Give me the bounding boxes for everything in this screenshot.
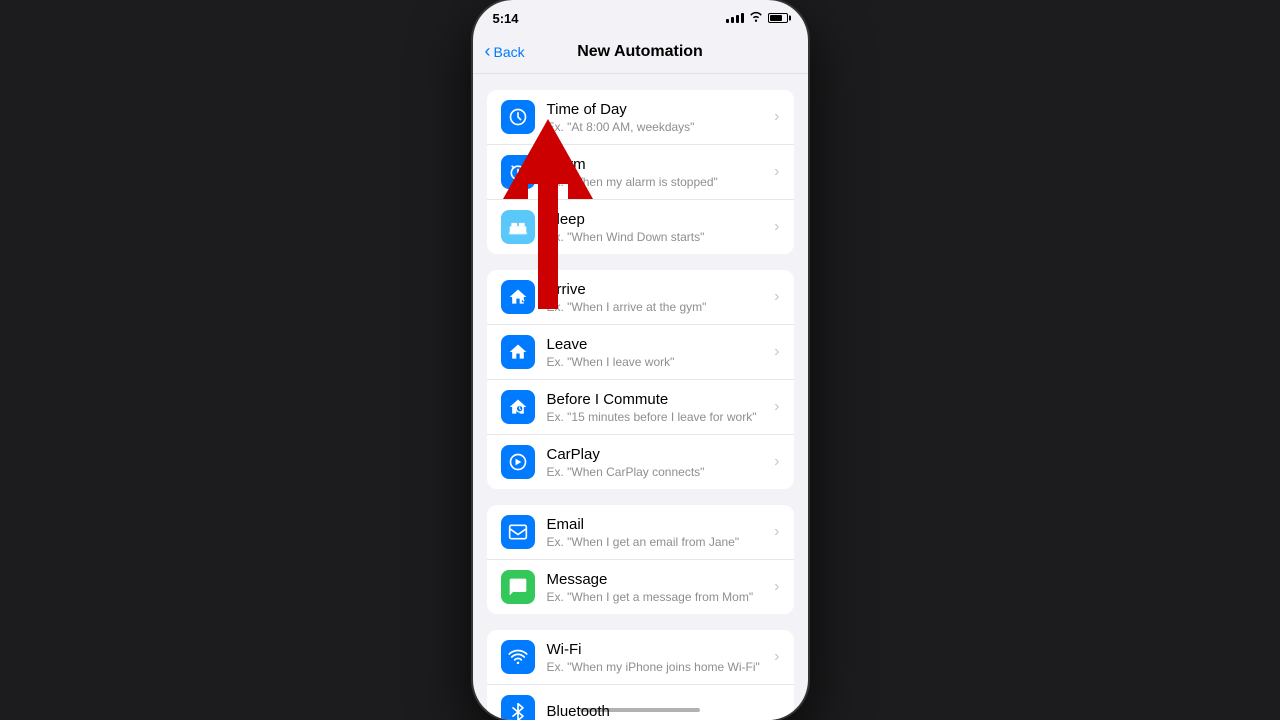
wifi-status-icon [749, 11, 763, 25]
time-section: Time of Day Ex. "At 8:00 AM, weekdays" › [473, 90, 808, 254]
bluetooth-icon-bg [501, 695, 535, 720]
connectivity-card: Wi-Fi Ex. "When my iPhone joins home Wi-… [487, 630, 794, 720]
list-item[interactable]: Before I Commute Ex. "15 minutes before … [487, 380, 794, 435]
alarm-icon [508, 162, 528, 182]
arrive-icon-bg [501, 280, 535, 314]
email-icon [508, 522, 528, 542]
item-subtitle: Ex. "When Wind Down starts" [547, 230, 767, 244]
carplay-icon-bg [501, 445, 535, 479]
bluetooth-icon [508, 702, 528, 720]
scroll-content: Time of Day Ex. "At 8:00 AM, weekdays" › [473, 74, 808, 720]
email-icon-bg [501, 515, 535, 549]
list-item[interactable]: Bluetooth [487, 685, 794, 720]
connectivity-section: Wi-Fi Ex. "When my iPhone joins home Wi-… [473, 630, 808, 720]
clock-icon-bg [501, 100, 535, 134]
commute-icon [508, 397, 528, 417]
status-icons [726, 11, 788, 25]
time-card: Time of Day Ex. "At 8:00 AM, weekdays" › [487, 90, 794, 254]
list-item[interactable]: Sleep Ex. "When Wind Down starts" › [487, 200, 794, 254]
item-subtitle: Ex. "When I leave work" [547, 355, 767, 369]
item-subtitle: Ex. "When I get a message from Mom" [547, 590, 767, 604]
page-title: New Automation [577, 43, 703, 61]
list-item[interactable]: Wi-Fi Ex. "When my iPhone joins home Wi-… [487, 630, 794, 685]
list-item[interactable]: CarPlay Ex. "When CarPlay connects" › [487, 435, 794, 489]
item-title: Sleep [547, 211, 767, 228]
battery-icon [768, 13, 788, 23]
item-subtitle: Ex. "When my iPhone joins home Wi-Fi" [547, 660, 767, 674]
item-title: Arrive [547, 281, 767, 298]
list-item[interactable]: Message Ex. "When I get a message from M… [487, 560, 794, 614]
clock-icon [508, 107, 528, 127]
back-chevron-icon: ‹ [485, 42, 491, 60]
list-item[interactable]: Arrive Ex. "When I arrive at the gym" › [487, 270, 794, 325]
item-title: Email [547, 516, 767, 533]
item-subtitle: Ex. "When CarPlay connects" [547, 465, 767, 479]
chevron-right-icon: › [774, 108, 779, 126]
item-title: Before I Commute [547, 391, 767, 408]
back-button[interactable]: ‹ Back [485, 43, 525, 60]
list-item[interactable]: Time of Day Ex. "At 8:00 AM, weekdays" › [487, 90, 794, 145]
item-title: Time of Day [547, 101, 767, 118]
item-title: Alarm [547, 156, 767, 173]
item-subtitle: Ex. "At 8:00 AM, weekdays" [547, 120, 767, 134]
back-label: Back [494, 44, 525, 60]
communication-card: Email Ex. "When I get an email from Jane… [487, 505, 794, 614]
commute-icon-bg [501, 390, 535, 424]
chevron-right-icon: › [774, 163, 779, 181]
status-time: 5:14 [493, 11, 519, 26]
leave-icon [508, 342, 528, 362]
list-item[interactable]: Alarm Ex. "When my alarm is stopped" › [487, 145, 794, 200]
item-subtitle: Ex. "15 minutes before I leave for work" [547, 410, 767, 424]
status-bar: 5:14 [473, 0, 808, 30]
list-item[interactable]: Email Ex. "When I get an email from Jane… [487, 505, 794, 560]
wifi-icon [508, 647, 528, 667]
sleep-icon-bg [501, 210, 535, 244]
signal-bars [726, 13, 744, 23]
alarm-icon-bg [501, 155, 535, 189]
location-card: Arrive Ex. "When I arrive at the gym" › [487, 270, 794, 489]
chevron-right-icon: › [774, 398, 779, 416]
message-icon-bg [501, 570, 535, 604]
carplay-icon [508, 452, 528, 472]
location-section: Arrive Ex. "When I arrive at the gym" › [473, 270, 808, 489]
chevron-right-icon: › [774, 648, 779, 666]
chevron-right-icon: › [774, 523, 779, 541]
item-title: Message [547, 571, 767, 588]
item-subtitle: Ex. "When I get an email from Jane" [547, 535, 767, 549]
chevron-right-icon: › [774, 453, 779, 471]
content-area: Time of Day Ex. "At 8:00 AM, weekdays" › [473, 74, 808, 720]
arrive-icon [508, 287, 528, 307]
item-subtitle: Ex. "When I arrive at the gym" [547, 300, 767, 314]
chevron-right-icon: › [774, 343, 779, 361]
item-title: Leave [547, 336, 767, 353]
sleep-icon [508, 217, 528, 237]
message-icon [508, 577, 528, 597]
nav-bar: ‹ Back New Automation [473, 30, 808, 74]
leave-icon-bg [501, 335, 535, 369]
item-title: CarPlay [547, 446, 767, 463]
wifi-icon-bg [501, 640, 535, 674]
chevron-right-icon: › [774, 578, 779, 596]
phone-frame: 5:14 ‹ Back New [473, 0, 808, 720]
scroll-indicator [580, 708, 700, 712]
chevron-right-icon: › [774, 218, 779, 236]
item-subtitle: Ex. "When my alarm is stopped" [547, 175, 767, 189]
communication-section: Email Ex. "When I get an email from Jane… [473, 505, 808, 614]
item-title: Wi-Fi [547, 641, 767, 658]
chevron-right-icon: › [774, 288, 779, 306]
list-item[interactable]: Leave Ex. "When I leave work" › [487, 325, 794, 380]
